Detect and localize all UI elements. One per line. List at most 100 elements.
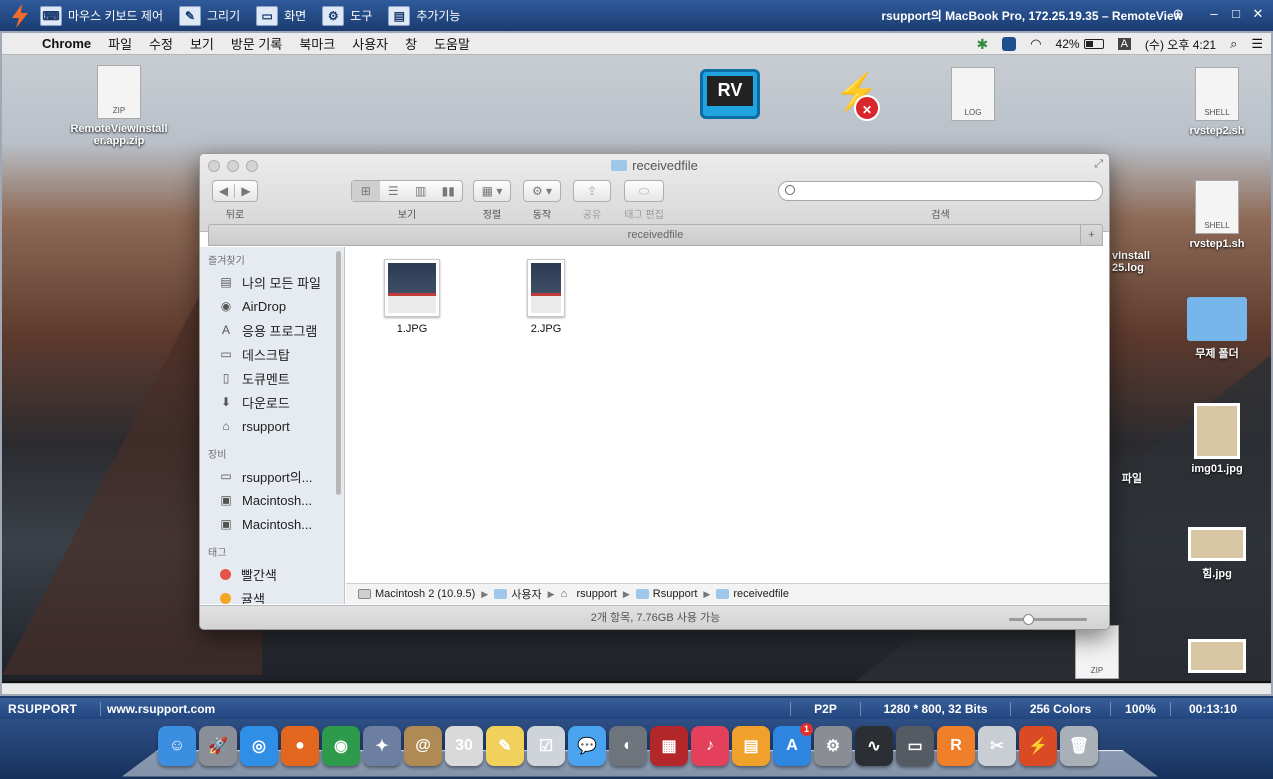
path-item-disk[interactable]: Macintosh 2 (10.9.5) <box>358 588 475 600</box>
reminders-icon[interactable]: ☑ <box>527 726 565 766</box>
utilities-icon[interactable]: ✂ <box>978 726 1016 766</box>
menu-help[interactable]: 도움말 <box>434 34 470 53</box>
sidebar-item-device-laptop[interactable]: ▭ rsupport의... <box>200 464 344 488</box>
path-item-receivedfile[interactable]: receivedfile <box>716 588 789 600</box>
safari-icon[interactable]: ◎ <box>240 726 278 766</box>
pin-icon[interactable]: ⊕ <box>1169 5 1187 23</box>
sidebar-item-airdrop[interactable]: ◉ AirDrop <box>200 294 344 318</box>
minimize-button[interactable]: – <box>1205 5 1223 23</box>
sidebar-item-tag-orange[interactable]: 귤색 <box>200 586 344 604</box>
sidebar-item-documents[interactable]: ▯ 도큐멘트 <box>200 366 344 390</box>
back-forward-button[interactable]: ◀ ▶ <box>212 180 258 202</box>
sidebar-item-device-disk-2[interactable]: ▣ Macintosh... <box>200 512 344 536</box>
arrange-button[interactable]: ▦ ▾ <box>473 180 511 202</box>
path-item-rsupport[interactable]: Rsupport <box>635 588 697 600</box>
messages-icon[interactable]: 💬 <box>568 726 606 766</box>
battery-percent[interactable]: 42% <box>1056 37 1080 51</box>
edit-tags-button[interactable]: ⬭ <box>624 180 664 202</box>
rsupport-url[interactable]: www.rsupport.com <box>100 701 790 716</box>
remote-screen[interactable]: Chrome 파일 수정 보기 방문 기록 북마크 사용자 창 도움말 ✱ ◠ … <box>0 31 1273 696</box>
column-view-icon[interactable]: ▥ <box>407 184 435 198</box>
icon-size-slider[interactable] <box>1009 614 1087 625</box>
desktop-icon-rvstep1[interactable]: SHELL rvstep1.sh <box>1162 180 1271 250</box>
activity-monitor-icon[interactable]: ∿ <box>855 726 893 766</box>
coverflow-view-icon[interactable]: ▮▮ <box>435 184 463 198</box>
launchpad-icon[interactable]: 🚀 <box>199 726 237 766</box>
calendar-icon[interactable]: 30 <box>445 726 483 766</box>
finder-tab[interactable]: receivedfile + <box>208 224 1103 246</box>
desktop-icon-log[interactable]: LOG <box>918 67 1028 125</box>
photo-booth-icon[interactable]: ▦ <box>650 726 688 766</box>
menu-view[interactable]: 보기 <box>190 34 214 53</box>
battery-icon[interactable] <box>1083 39 1104 49</box>
desktop-icon-zip[interactable]: ZIP <box>1042 625 1152 681</box>
action-button[interactable]: ⚙ ▾ <box>523 180 561 202</box>
view-mode-segmented[interactable]: ⊞ ☰ ▥ ▮▮ <box>351 180 463 202</box>
app-store-icon[interactable]: A1 <box>773 723 813 766</box>
maximize-button[interactable]: □ <box>1227 5 1245 23</box>
keyboard-mouse-control-button[interactable]: ⌨ 마우스 키보드 제어 <box>40 5 163 26</box>
desktop-icon-img01[interactable]: img01.jpg <box>1162 403 1271 475</box>
firefox-icon[interactable]: ● <box>281 726 319 766</box>
desktop-icon-him-jpg[interactable]: 힘.jpg <box>1162 527 1271 581</box>
rsupport-icon[interactable]: R <box>937 726 975 766</box>
desktop-icon-photo[interactable] <box>1162 639 1271 677</box>
fullscreen-icon[interactable]: ⤢ <box>1094 158 1103 171</box>
slider-knob[interactable] <box>1023 614 1034 625</box>
menu-history[interactable]: 방문 기록 <box>231 34 282 53</box>
file-item-1-jpg[interactable]: 1.JPG <box>367 259 457 335</box>
finder-content[interactable]: 1.JPG 2.JPG <box>346 247 1109 583</box>
forward-arrow-icon[interactable]: ▶ <box>235 184 257 198</box>
sidebar-item-applications[interactable]: A 응용 프로그램 <box>200 318 344 342</box>
notification-center-icon[interactable]: ☰ <box>1251 36 1263 52</box>
share-button[interactable]: ⇪ <box>573 180 611 202</box>
list-view-icon[interactable]: ☰ <box>380 184 408 198</box>
menu-clock[interactable]: (수) 오후 4:21 <box>1145 36 1216 53</box>
close-button[interactable]: ✕ <box>1249 5 1267 23</box>
wifi-icon[interactable]: ◠ <box>1030 36 1041 52</box>
trash-icon[interactable]: 🗑 <box>1060 726 1098 766</box>
desktop-icon-remoteview-installer-zip[interactable]: ZIP RemoteViewInstall er.app.zip <box>64 65 174 147</box>
sidebar-item-device-disk-1[interactable]: ▣ Macintosh... <box>200 488 344 512</box>
asterisk-status-icon[interactable]: ✱ <box>976 36 988 53</box>
menu-file[interactable]: 파일 <box>108 34 132 53</box>
finder-icon[interactable]: ☺ <box>158 726 196 766</box>
preview-icon[interactable]: ✦ <box>363 726 401 766</box>
chrome-icon[interactable]: ◉ <box>322 726 360 766</box>
spotlight-search-icon[interactable]: ⌕ <box>1230 36 1237 52</box>
tools-button[interactable]: ⚙ 도구 <box>322 5 372 26</box>
sidebar-item-desktop[interactable]: ▭ 데스크탑 <box>200 342 344 366</box>
menu-edit[interactable]: 수정 <box>149 34 173 53</box>
itunes-icon[interactable]: ♪ <box>691 726 729 766</box>
terminal-icon[interactable]: ▭ <box>896 726 934 766</box>
file-item-2-jpg[interactable]: 2.JPG <box>501 259 591 335</box>
desktop[interactable]: ZIP RemoteViewInstall er.app.zip RV ⚡ ✕ … <box>2 55 1271 681</box>
menu-bookmarks[interactable]: 북마크 <box>299 34 335 53</box>
desktop-icon-untitled-folder[interactable]: 무제 폴더 <box>1162 297 1271 361</box>
sidebar-scrollbar[interactable] <box>336 251 341 495</box>
facetime-icon[interactable]: ◐ <box>609 726 647 766</box>
notes-icon[interactable]: ✎ <box>486 726 524 766</box>
search-input[interactable] <box>778 181 1103 201</box>
remote-horizontal-scrollbar[interactable] <box>2 683 1271 694</box>
path-item-users[interactable]: 사용자 <box>494 586 542 602</box>
contacts-icon[interactable]: @ <box>404 726 442 766</box>
remoteview-icon[interactable]: ⚡ <box>1019 726 1057 766</box>
menu-window[interactable]: 창 <box>405 34 417 53</box>
new-tab-button[interactable]: + <box>1080 225 1102 245</box>
draw-button[interactable]: ✎ 그리기 <box>179 5 240 26</box>
sidebar-item-tag-red[interactable]: 빨간색 <box>200 562 344 586</box>
ibooks-icon[interactable]: ▤ <box>732 726 770 766</box>
menu-people[interactable]: 사용자 <box>352 34 388 53</box>
sidebar-item-all-my-files[interactable]: ▤ 나의 모든 파일 <box>200 270 344 294</box>
back-arrow-icon[interactable]: ◀ <box>213 184 235 198</box>
icon-view-icon[interactable]: ⊞ <box>352 181 380 201</box>
rsupport-error-app-icon[interactable]: ⚡ ✕ <box>834 71 880 121</box>
input-source-icon[interactable]: A <box>1117 38 1131 50</box>
screen-button[interactable]: ▭ 화면 <box>256 5 306 26</box>
extras-button[interactable]: ▤ 추가기능 <box>388 5 460 26</box>
remoteview-status-icon[interactable] <box>1002 37 1017 51</box>
path-item-home[interactable]: ⌂ rsupport <box>561 588 617 600</box>
desktop-icon-rvstep2[interactable]: SHELL rvstep2.sh <box>1162 67 1271 137</box>
remoteview-app-icon[interactable]: RV <box>700 69 760 119</box>
